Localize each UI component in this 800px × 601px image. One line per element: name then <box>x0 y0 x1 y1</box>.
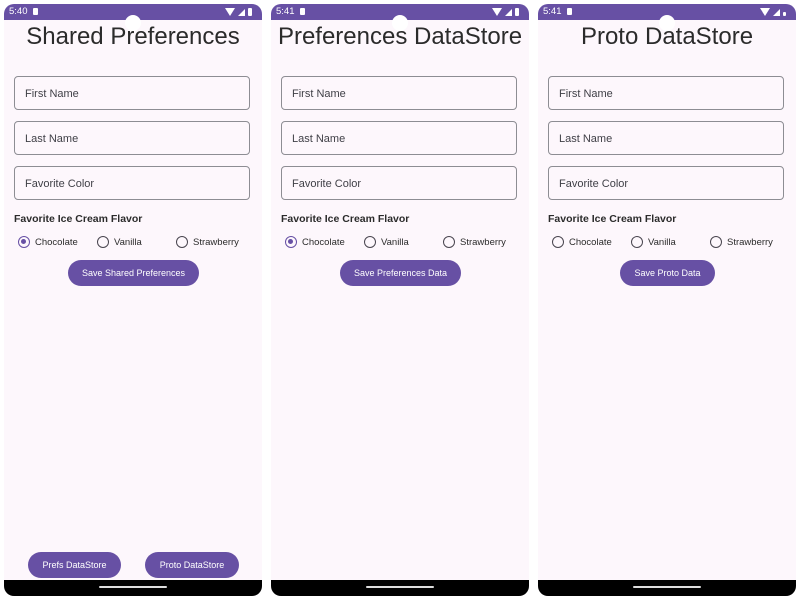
save-proto-data-button[interactable]: Save Proto Data <box>620 260 715 286</box>
favorite-color-placeholder: Favorite Color <box>25 178 95 190</box>
flavor-label: Favorite Ice Cream Flavor <box>548 213 677 225</box>
radio-label: Chocolate <box>302 236 345 248</box>
first-name-field[interactable]: First Name <box>14 76 250 110</box>
home-gesture-handle[interactable] <box>633 586 701 588</box>
wifi-icon <box>760 8 770 16</box>
radio-chocolate[interactable]: Chocolate <box>18 234 78 250</box>
navigation-bar <box>271 580 529 596</box>
first-name-field[interactable]: First Name <box>548 76 784 110</box>
radio-selected-icon[interactable] <box>285 236 297 248</box>
page-title: Shared Preferences <box>26 23 240 50</box>
favorite-color-placeholder: Favorite Color <box>292 178 362 190</box>
battery-low-icon <box>783 12 786 16</box>
radio-unselected-icon[interactable] <box>364 236 376 248</box>
radio-unselected-icon[interactable] <box>552 236 564 248</box>
radio-label: Chocolate <box>569 236 612 248</box>
last-name-placeholder: Last Name <box>25 133 79 145</box>
save-shared-preferences-button[interactable]: Save Shared Preferences <box>68 260 199 286</box>
page-title: Preferences DataStore <box>277 23 523 50</box>
prefs-datastore-button[interactable]: Prefs DataStore <box>28 552 121 578</box>
proto-datastore-button[interactable]: Proto DataStore <box>145 552 239 578</box>
favorite-color-field[interactable]: Favorite Color <box>14 166 250 200</box>
radio-unselected-icon[interactable] <box>97 236 109 248</box>
favorite-color-field[interactable]: Favorite Color <box>281 166 517 200</box>
favorite-color-placeholder: Favorite Color <box>559 178 629 190</box>
status-time: 5:41 <box>543 6 562 17</box>
radio-label: Strawberry <box>727 236 773 248</box>
radio-label: Chocolate <box>35 236 78 248</box>
last-name-placeholder: Last Name <box>559 133 613 145</box>
radio-strawberry[interactable]: Strawberry <box>443 234 506 250</box>
radio-strawberry[interactable]: Strawberry <box>710 234 773 250</box>
navigation-bar <box>4 580 262 596</box>
radio-label: Strawberry <box>460 236 506 248</box>
wifi-icon <box>225 8 235 16</box>
radio-label: Vanilla <box>381 236 409 248</box>
home-gesture-handle[interactable] <box>99 586 167 588</box>
cell-signal-icon <box>773 8 780 16</box>
radio-label: Vanilla <box>648 236 676 248</box>
first-name-placeholder: First Name <box>292 88 346 100</box>
cell-signal-icon <box>238 8 245 16</box>
radio-chocolate[interactable]: Chocolate <box>552 234 612 250</box>
favorite-color-field[interactable]: Favorite Color <box>548 166 784 200</box>
battery-icon <box>515 8 519 16</box>
radio-vanilla[interactable]: Vanilla <box>631 234 676 250</box>
first-name-placeholder: First Name <box>25 88 79 100</box>
radio-unselected-icon[interactable] <box>443 236 455 248</box>
radio-unselected-icon[interactable] <box>631 236 643 248</box>
status-time: 5:41 <box>276 6 295 17</box>
sd-card-icon <box>300 8 305 15</box>
radio-label: Strawberry <box>193 236 239 248</box>
last-name-field[interactable]: Last Name <box>548 121 784 155</box>
phone-screen-shared-preferences: 5:40 Shared Preferences First Name Last … <box>4 4 262 596</box>
radio-strawberry[interactable]: Strawberry <box>176 234 239 250</box>
first-name-placeholder: First Name <box>559 88 613 100</box>
radio-unselected-icon[interactable] <box>176 236 188 248</box>
flavor-label: Favorite Ice Cream Flavor <box>14 213 143 225</box>
first-name-field[interactable]: First Name <box>281 76 517 110</box>
sd-card-icon <box>567 8 572 15</box>
status-time: 5:40 <box>9 6 28 17</box>
page-title: Proto DataStore <box>580 23 754 50</box>
phone-screen-preferences-datastore: 5:41 Preferences DataStore First Name La… <box>271 4 529 596</box>
sd-card-icon <box>33 8 38 15</box>
radio-vanilla[interactable]: Vanilla <box>364 234 409 250</box>
last-name-field[interactable]: Last Name <box>14 121 250 155</box>
radio-label: Vanilla <box>114 236 142 248</box>
last-name-placeholder: Last Name <box>292 133 346 145</box>
wifi-icon <box>492 8 502 16</box>
cell-signal-icon <box>505 8 512 16</box>
navigation-bar <box>538 580 796 596</box>
radio-selected-icon[interactable] <box>18 236 30 248</box>
home-gesture-handle[interactable] <box>366 586 434 588</box>
last-name-field[interactable]: Last Name <box>281 121 517 155</box>
radio-vanilla[interactable]: Vanilla <box>97 234 142 250</box>
flavor-label: Favorite Ice Cream Flavor <box>281 213 410 225</box>
battery-icon <box>248 8 252 16</box>
radio-chocolate[interactable]: Chocolate <box>285 234 345 250</box>
radio-unselected-icon[interactable] <box>710 236 722 248</box>
phone-screen-proto-datastore: 5:41 Proto DataStore First Name Last Nam… <box>538 4 796 596</box>
save-preferences-data-button[interactable]: Save Preferences Data <box>340 260 461 286</box>
